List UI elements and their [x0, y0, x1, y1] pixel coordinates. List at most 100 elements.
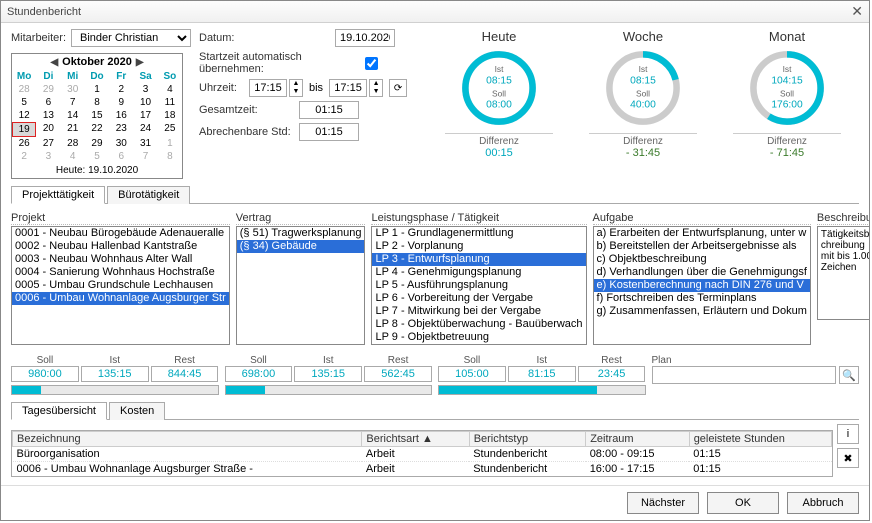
list-item[interactable]: LP 8 - Objektüberwachung - Bauüberwach: [372, 318, 585, 331]
vertrag-listbox[interactable]: (§ 51) Tragwerksplanung(§ 34) Gebäude: [236, 226, 366, 345]
tab-buero[interactable]: Bürotätigkeit: [107, 186, 190, 204]
svg-text:Soll: Soll: [636, 88, 650, 98]
list-item[interactable]: g) Zusammenfassen, Erläutern und Dokum: [594, 305, 810, 318]
sum-projekt: Soll980:00 Ist135:15 Rest844:45: [11, 355, 219, 395]
next-month-icon[interactable]: ▶: [136, 57, 144, 68]
sum-plan: Plan 🔍: [652, 355, 860, 395]
bis-label: bis: [309, 82, 323, 94]
calendar-month: Oktober 2020: [62, 56, 132, 68]
list-item[interactable]: LP 7 - Mitwirkung bei der Vergabe: [372, 305, 585, 318]
table-row[interactable]: BüroorganisationArbeitStundenbericht08:0…: [13, 447, 832, 462]
list-item[interactable]: d) Verhandlungen über die Genehmigungsf: [594, 266, 810, 279]
tab-tages[interactable]: Tagesübersicht: [11, 402, 107, 420]
lower-tabs: Tagesübersicht Kosten: [11, 401, 859, 420]
list-item[interactable]: (§ 34) Gebäude: [237, 240, 365, 253]
svg-text:Soll: Soll: [492, 88, 506, 98]
list-item[interactable]: 0001 - Neubau Bürogebäude Adenaueralle: [12, 227, 229, 240]
list-item[interactable]: LP 1 - Grundlagenermittlung: [372, 227, 585, 240]
window-title: Stundenbericht: [7, 6, 81, 18]
tab-kosten[interactable]: Kosten: [109, 402, 165, 420]
list-item[interactable]: LP 5 - Ausführungsplanung: [372, 279, 585, 292]
list-item[interactable]: a) Erarbeiten der Entwurfsplanung, unter…: [594, 227, 810, 240]
table-header[interactable]: Bezeichnung: [13, 432, 362, 447]
billable-label: Abrechenbare Std:: [199, 126, 293, 138]
prev-month-icon[interactable]: ◀: [50, 57, 58, 68]
svg-text:Soll: Soll: [780, 88, 794, 98]
list-item[interactable]: LP 3 - Entwurfsplanung: [372, 253, 585, 266]
beschreibung-textarea[interactable]: [817, 226, 869, 320]
projekt-listbox[interactable]: 0001 - Neubau Bürogebäude Adenaueralle00…: [11, 226, 230, 345]
list-item[interactable]: 0005 - Umbau Grundschule Lechhausen: [12, 279, 229, 292]
leistung-label: Leistungsphase / Tätigkeit: [371, 212, 586, 225]
info-button[interactable]: i: [837, 424, 859, 444]
time-from-input[interactable]: [249, 79, 287, 97]
auto-checkbox[interactable]: [365, 57, 378, 70]
table-header[interactable]: geleistete Stunden: [689, 432, 831, 447]
tab-projekt[interactable]: Projekttätigkeit: [11, 186, 105, 204]
delete-button[interactable]: ✖: [837, 448, 859, 468]
cancel-button[interactable]: Abbruch: [787, 492, 859, 514]
vertrag-label: Vertrag: [236, 212, 366, 225]
svg-text:Ist: Ist: [639, 64, 649, 74]
list-item[interactable]: LP 6 - Vorbereitung der Vergabe: [372, 292, 585, 305]
table-header[interactable]: Berichtstyp: [469, 432, 586, 447]
auto-label: Startzeit automatisch übernehmen:: [199, 51, 359, 75]
total-input[interactable]: [299, 101, 359, 119]
list-item[interactable]: LP 9 - Objektbetreuung: [372, 331, 585, 344]
svg-text:08:15: 08:15: [630, 75, 656, 86]
sum-leistung: Soll105:00 Ist81:15 Rest23:45: [438, 355, 646, 395]
time-label: Uhrzeit:: [199, 82, 243, 94]
window: Stundenbericht ✕ Mitarbeiter: Binder Chr…: [0, 0, 870, 521]
svg-text:Ist: Ist: [783, 64, 793, 74]
list-item[interactable]: c) Objektbeschreibung: [594, 253, 810, 266]
gauge-monat: Monat Ist 104:15 Soll 176:00 Differenz -…: [733, 29, 841, 179]
svg-text:Ist: Ist: [495, 64, 505, 74]
list-item[interactable]: LP 4 - Genehmigungsplanung: [372, 266, 585, 279]
list-item[interactable]: (§ 51) Tragwerksplanung: [237, 227, 365, 240]
time-to-spinner[interactable]: ▲▼: [369, 79, 383, 97]
next-button[interactable]: Nächster: [627, 492, 699, 514]
employee-select[interactable]: Binder Christian: [71, 29, 191, 47]
svg-text:104:15: 104:15: [771, 75, 803, 86]
ok-button[interactable]: OK: [707, 492, 779, 514]
time-to-input[interactable]: [329, 79, 367, 97]
sum-vertrag: Soll698:00 Ist135:15 Rest562:45: [225, 355, 433, 395]
list-item[interactable]: 0004 - Sanierung Wohnhaus Hochstraße: [12, 266, 229, 279]
svg-text:08:00: 08:00: [486, 100, 512, 111]
list-item[interactable]: LP 2 - Vorplanung: [372, 240, 585, 253]
table-header[interactable]: Zeitraum: [586, 432, 690, 447]
table-row[interactable]: 0002 - Neubau Hallenbad Kantstraße - LP …: [13, 477, 832, 478]
gauge-heute: Heute Ist 08:15 Soll 08:00 Differenz 00:…: [445, 29, 553, 179]
svg-text:176:00: 176:00: [771, 100, 803, 111]
table-header[interactable]: Berichtsart ▲: [362, 432, 469, 447]
billable-input[interactable]: [299, 123, 359, 141]
total-label: Gesamtzeit:: [199, 104, 293, 116]
plan-input[interactable]: [652, 366, 837, 384]
svg-text:08:15: 08:15: [486, 75, 512, 86]
table-row[interactable]: 0006 - Umbau Wohnanlage Augsburger Straß…: [13, 462, 832, 477]
beschreibung-label: Beschreibung: [817, 212, 869, 225]
list-item[interactable]: 0006 - Umbau Wohnanlage Augsburger Str: [12, 292, 229, 305]
employee-label: Mitarbeiter:: [11, 32, 65, 44]
close-icon[interactable]: ✕: [851, 3, 863, 20]
sync-time-icon[interactable]: ⟳: [389, 79, 407, 97]
calendar[interactable]: ◀ Oktober 2020 ▶ MoDiMiDoFrSaSo282930123…: [11, 53, 183, 179]
list-item[interactable]: e) Kostenberechnung nach DIN 276 und V: [594, 279, 810, 292]
plan-search-icon[interactable]: 🔍: [839, 366, 859, 384]
gauge-woche: Woche Ist 08:15 Soll 40:00 Differenz - 3…: [589, 29, 697, 179]
day-table: BezeichnungBerichtsart ▲BerichtstypZeitr…: [11, 430, 833, 477]
leistung-listbox[interactable]: LP 1 - GrundlagenermittlungLP 2 - Vorpla…: [371, 226, 586, 345]
aufgabe-label: Aufgabe: [593, 212, 811, 225]
date-label: Datum:: [199, 32, 329, 44]
calendar-footer[interactable]: Heute: 19.10.2020: [12, 163, 182, 178]
time-from-spinner[interactable]: ▲▼: [289, 79, 303, 97]
projekt-label: Projekt: [11, 212, 230, 225]
list-item[interactable]: b) Bereitstellen der Arbeitsergebnisse a…: [594, 240, 810, 253]
aufgabe-listbox[interactable]: a) Erarbeiten der Entwurfsplanung, unter…: [593, 226, 811, 345]
date-input[interactable]: [335, 29, 395, 47]
list-item[interactable]: 0002 - Neubau Hallenbad Kantstraße: [12, 240, 229, 253]
list-item[interactable]: f) Fortschreiben des Terminplans: [594, 292, 810, 305]
svg-text:40:00: 40:00: [630, 100, 656, 111]
main-tabs: Projekttätigkeit Bürotätigkeit: [11, 185, 859, 204]
list-item[interactable]: 0003 - Neubau Wohnhaus Alter Wall: [12, 253, 229, 266]
